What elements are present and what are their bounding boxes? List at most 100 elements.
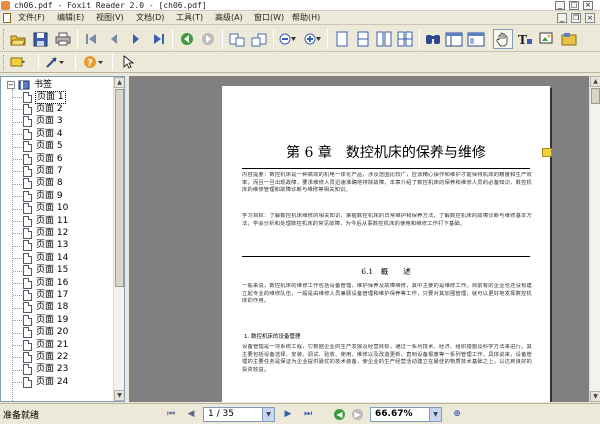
- doc-close-button[interactable]: ×: [585, 13, 595, 23]
- document-viewer[interactable]: 第 6 章 数控机床的保养与维修 内容提要：数控机床是一种高效的机电一体化产品，…: [129, 76, 600, 402]
- rotate-cw-icon[interactable]: [249, 29, 269, 49]
- menu-help[interactable]: 帮助(H): [292, 12, 320, 24]
- viewer-scroll-up[interactable]: ▲: [590, 76, 600, 87]
- go-forward-icon[interactable]: [198, 29, 218, 49]
- sidebar-item-page[interactable]: 页面 21: [13, 339, 69, 351]
- sidebar-item-page[interactable]: 页面 8: [13, 178, 64, 190]
- status-next-page-icon[interactable]: ▶: [282, 408, 294, 421]
- viewer-scroll-thumb[interactable]: [591, 88, 600, 104]
- sidebar-item-page[interactable]: 页面 2: [13, 103, 64, 115]
- status-last-page-icon[interactable]: ⏭: [302, 408, 314, 421]
- sidebar-item-page[interactable]: 页面 18: [13, 302, 69, 314]
- document-icon[interactable]: [3, 13, 11, 23]
- first-page-icon[interactable]: [82, 29, 102, 49]
- sidebar-item-page[interactable]: 页面 12: [13, 227, 69, 239]
- prev-page-icon[interactable]: [104, 29, 124, 49]
- thumbnail-panel-icon[interactable]: [466, 29, 486, 49]
- note-annotation-icon[interactable]: [542, 148, 552, 157]
- zoom-out-icon[interactable]: [278, 29, 298, 49]
- status-prev-page-icon[interactable]: ◀: [185, 408, 197, 421]
- save-icon[interactable]: [30, 29, 50, 49]
- sidebar-item-label: 页面 14: [36, 252, 69, 263]
- scroll-up-button[interactable]: ▲: [114, 77, 124, 88]
- status-bar: 准备就绪 ⏮ ◀ 1 / 35 ▼ ▶ ⏭ ◀ ▶ 66.67% ▼ ⊕: [0, 403, 600, 424]
- open-icon[interactable]: [8, 29, 28, 49]
- status-back-icon[interactable]: ◀: [334, 409, 345, 420]
- menu-tools[interactable]: 工具(T): [176, 12, 203, 24]
- sidebar-item-page[interactable]: 页面 17: [13, 289, 69, 301]
- sidebar-item-page[interactable]: 页面 11: [13, 215, 69, 227]
- sidebar-item-page[interactable]: 页面 5: [13, 141, 64, 153]
- zoom-dropdown-button[interactable]: ▼: [429, 408, 441, 421]
- rotate-ccw-icon[interactable]: [227, 29, 247, 49]
- minimize-button[interactable]: _: [555, 1, 565, 10]
- page-dropdown-button[interactable]: ▼: [262, 408, 274, 421]
- find-icon[interactable]: [423, 29, 443, 49]
- viewer-scroll-down[interactable]: ▼: [590, 391, 600, 402]
- sidebar-item-page[interactable]: 页面 1: [13, 90, 66, 104]
- sidebar-item-label: 页面 22: [36, 351, 69, 362]
- next-page-icon[interactable]: [126, 29, 146, 49]
- hand-tool-icon[interactable]: [493, 29, 513, 49]
- scroll-down-button[interactable]: ▼: [114, 390, 124, 401]
- summary-text: 内容提要：数控机床是一种高效的机电一体化产品，涉及范围比较广，应该精心操作和维护…: [242, 172, 532, 194]
- doc-minimize-button[interactable]: _: [557, 13, 567, 23]
- close-button[interactable]: ×: [583, 1, 593, 10]
- sidebar-item-page[interactable]: 页面 15: [13, 265, 69, 277]
- sidebar-item-page[interactable]: 页面 14: [13, 252, 69, 264]
- page-number-field[interactable]: 1 / 35 ▼: [203, 407, 275, 422]
- sidebar-item-page[interactable]: 页面 16: [13, 277, 69, 289]
- zoom-field[interactable]: 66.67% ▼: [370, 407, 442, 422]
- sidebar-item-page[interactable]: 页面 6: [13, 153, 64, 165]
- snapshot-icon[interactable]: [537, 29, 557, 49]
- bookmarks-root[interactable]: − 书签: [7, 79, 53, 91]
- sidebar-item-label: 页面 6: [36, 153, 63, 164]
- facing-icon[interactable]: [374, 29, 394, 49]
- viewer-scrollbar[interactable]: ▲ ▼: [589, 76, 600, 402]
- page-bookmark-icon: [23, 91, 32, 103]
- sidebar-item-page[interactable]: 页面 19: [13, 314, 69, 326]
- continuous-facing-icon[interactable]: [395, 29, 415, 49]
- bookmark-panel-icon[interactable]: [444, 29, 464, 49]
- svg-text:T: T: [518, 33, 527, 46]
- sidebar-item-page[interactable]: 页面 22: [13, 351, 69, 363]
- scroll-thumb[interactable]: [115, 89, 124, 287]
- bookmarks-scrollbar[interactable]: ▲ ▼: [113, 77, 124, 401]
- menu-document[interactable]: 文档(D): [136, 12, 164, 24]
- menu-view[interactable]: 视图(V): [96, 12, 124, 24]
- print-icon[interactable]: [53, 29, 73, 49]
- menu-file[interactable]: 文件(F): [18, 12, 45, 24]
- note-icon[interactable]: [8, 52, 28, 72]
- collapse-toggle[interactable]: −: [7, 81, 15, 89]
- status-forward-icon[interactable]: ▶: [352, 409, 363, 420]
- doc-restore-button[interactable]: ❐: [571, 13, 581, 23]
- page-bookmark-icon: [23, 252, 32, 264]
- comment-icon[interactable]: [559, 29, 579, 49]
- sidebar-item-page[interactable]: 页面 7: [13, 165, 64, 177]
- select-icon[interactable]: [118, 52, 138, 72]
- svg-text:?: ?: [87, 58, 93, 69]
- menu-window[interactable]: 窗口(W): [254, 12, 284, 24]
- sidebar-item-page[interactable]: 页面 3: [13, 116, 64, 128]
- sidebar-item-page[interactable]: 页面 20: [13, 327, 69, 339]
- arrow-tool-icon[interactable]: [45, 52, 65, 72]
- maximize-button[interactable]: □: [569, 1, 579, 10]
- menu-advanced[interactable]: 高级(A): [215, 12, 243, 24]
- sidebar-item-page[interactable]: 页面 4: [13, 128, 64, 140]
- continuous-icon[interactable]: [353, 29, 373, 49]
- status-zoom-in-icon[interactable]: ⊕: [451, 408, 463, 421]
- sidebar-item-page[interactable]: 页面 9: [13, 190, 64, 202]
- text-select-icon[interactable]: T: [515, 29, 535, 49]
- toolbar-grip[interactable]: [3, 29, 6, 49]
- sidebar-item-page[interactable]: 页面 23: [13, 364, 69, 376]
- menu-edit[interactable]: 编辑(E): [57, 12, 84, 24]
- last-page-icon[interactable]: [148, 29, 168, 49]
- sidebar-item-page[interactable]: 页面 24: [13, 376, 69, 388]
- go-back-icon[interactable]: [177, 29, 197, 49]
- status-first-page-icon[interactable]: ⏮: [165, 408, 177, 421]
- single-page-icon[interactable]: [332, 29, 352, 49]
- help-icon[interactable]: ?: [83, 52, 103, 72]
- sidebar-item-page[interactable]: 页面 10: [13, 203, 69, 215]
- sidebar-item-page[interactable]: 页面 13: [13, 240, 69, 252]
- zoom-in-icon[interactable]: [303, 29, 323, 49]
